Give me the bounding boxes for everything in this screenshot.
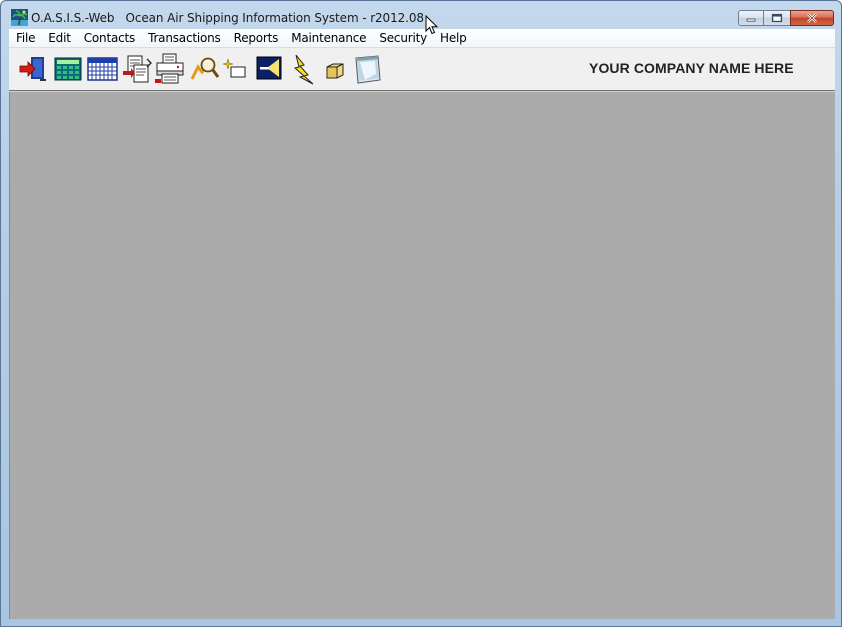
menu-contacts[interactable]: Contacts <box>77 31 141 45</box>
close-icon <box>807 13 817 23</box>
maximize-icon <box>771 13 783 23</box>
toolbar: YOUR COMPANY NAME HERE <box>9 48 835 91</box>
menu-edit[interactable]: Edit <box>42 31 77 45</box>
package-icon[interactable] <box>321 53 353 85</box>
mouse-cursor-icon <box>425 15 439 35</box>
gateway-icon[interactable] <box>254 53 286 85</box>
minimize-icon <box>746 18 756 22</box>
mdi-client-area[interactable] <box>9 92 835 619</box>
search-magnifier-icon[interactable] <box>189 53 221 85</box>
company-name-label: YOUR COMPANY NAME HERE <box>589 60 794 76</box>
title-bar[interactable]: O.A.S.I.S.-Web Ocean Air Shipping Inform… <box>1 1 841 29</box>
lightning-icon[interactable] <box>288 53 320 85</box>
minimize-button[interactable] <box>738 10 764 26</box>
calculator-icon[interactable] <box>53 53 85 85</box>
palm-tree-icon <box>11 9 28 26</box>
document-transfer-icon[interactable] <box>121 53 153 85</box>
window-title: O.A.S.I.S.-Web Ocean Air Shipping Inform… <box>31 11 424 25</box>
maximize-button[interactable] <box>764 10 790 26</box>
new-item-icon[interactable] <box>221 53 253 85</box>
window-controls <box>738 10 834 27</box>
menu-bar: File Edit Contacts Transactions Reports … <box>9 29 835 48</box>
menu-maintenance[interactable]: Maintenance <box>285 31 373 45</box>
menu-file[interactable]: File <box>9 31 42 45</box>
menu-transactions[interactable]: Transactions <box>142 31 228 45</box>
menu-reports[interactable]: Reports <box>227 31 285 45</box>
printer-icon[interactable] <box>154 53 186 85</box>
calendar-icon[interactable] <box>87 53 119 85</box>
notepad-icon[interactable] <box>351 53 383 85</box>
exit-door-icon[interactable] <box>17 53 49 85</box>
close-button[interactable] <box>790 10 834 26</box>
application-window: O.A.S.I.S.-Web Ocean Air Shipping Inform… <box>0 0 842 627</box>
menu-help[interactable]: Help <box>434 31 474 45</box>
